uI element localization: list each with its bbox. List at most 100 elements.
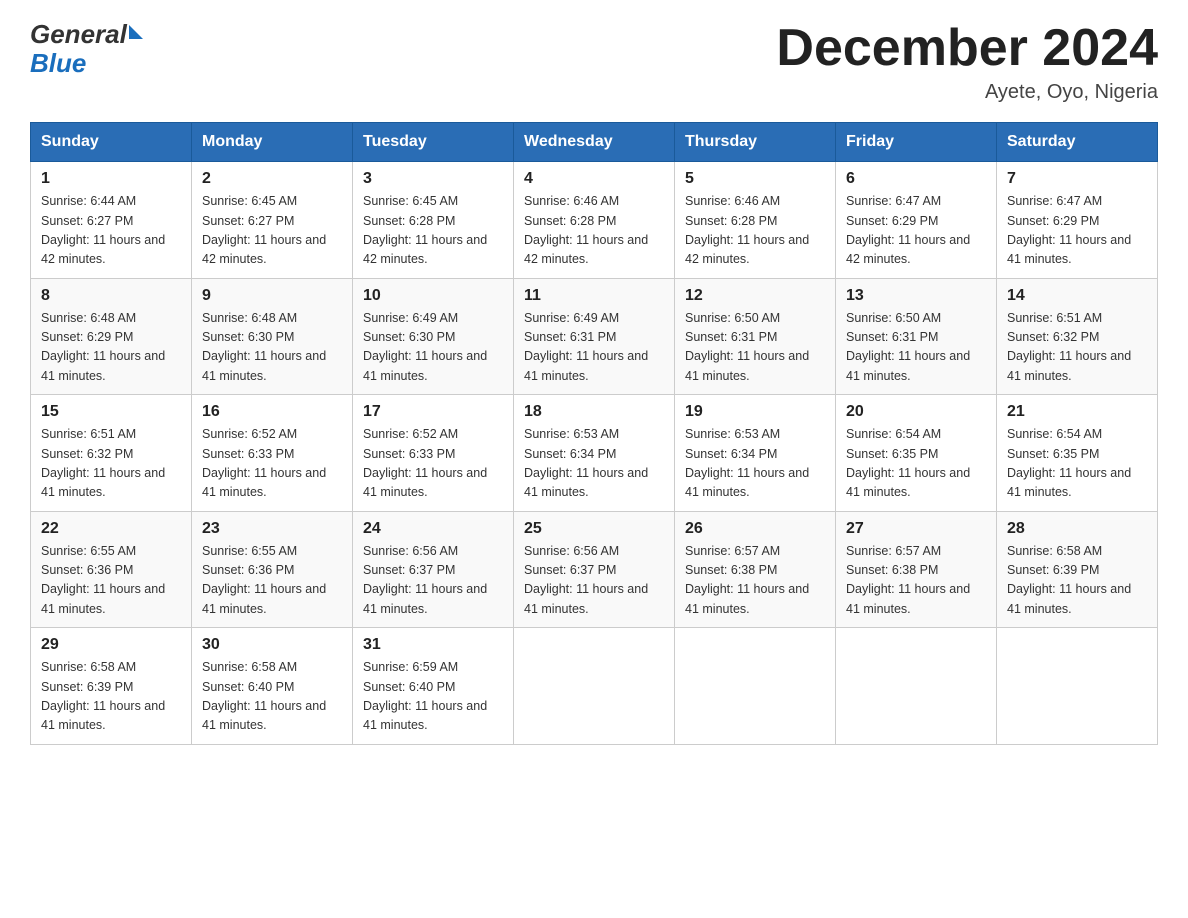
table-cell: 12 Sunrise: 6:50 AMSunset: 6:31 PMDaylig…: [675, 278, 836, 395]
table-cell: 15 Sunrise: 6:51 AMSunset: 6:32 PMDaylig…: [31, 395, 192, 512]
title-section: December 2024 Ayete, Oyo, Nigeria: [776, 20, 1158, 104]
day-info: Sunrise: 6:45 AMSunset: 6:28 PMDaylight:…: [363, 194, 487, 266]
table-cell: 25 Sunrise: 6:56 AMSunset: 6:37 PMDaylig…: [514, 511, 675, 628]
day-number: 1: [41, 170, 181, 188]
day-info: Sunrise: 6:49 AMSunset: 6:31 PMDaylight:…: [524, 311, 648, 383]
table-cell: 16 Sunrise: 6:52 AMSunset: 6:33 PMDaylig…: [192, 395, 353, 512]
day-number: 8: [41, 287, 181, 305]
day-number: 20: [846, 403, 986, 421]
day-info: Sunrise: 6:48 AMSunset: 6:29 PMDaylight:…: [41, 311, 165, 383]
day-number: 12: [685, 287, 825, 305]
day-info: Sunrise: 6:54 AMSunset: 6:35 PMDaylight:…: [1007, 427, 1131, 499]
col-tuesday: Tuesday: [353, 123, 514, 162]
table-cell: 21 Sunrise: 6:54 AMSunset: 6:35 PMDaylig…: [997, 395, 1158, 512]
col-monday: Monday: [192, 123, 353, 162]
calendar-week-3: 15 Sunrise: 6:51 AMSunset: 6:32 PMDaylig…: [31, 395, 1158, 512]
day-number: 14: [1007, 287, 1147, 305]
logo-blue-text: Blue: [30, 48, 86, 78]
day-info: Sunrise: 6:50 AMSunset: 6:31 PMDaylight:…: [685, 311, 809, 383]
day-number: 2: [202, 170, 342, 188]
day-info: Sunrise: 6:45 AMSunset: 6:27 PMDaylight:…: [202, 194, 326, 266]
day-info: Sunrise: 6:47 AMSunset: 6:29 PMDaylight:…: [846, 194, 970, 266]
table-cell: 26 Sunrise: 6:57 AMSunset: 6:38 PMDaylig…: [675, 511, 836, 628]
calendar-header-row: Sunday Monday Tuesday Wednesday Thursday…: [31, 123, 1158, 162]
day-info: Sunrise: 6:56 AMSunset: 6:37 PMDaylight:…: [524, 544, 648, 616]
calendar-table: Sunday Monday Tuesday Wednesday Thursday…: [30, 122, 1158, 745]
table-cell: 17 Sunrise: 6:52 AMSunset: 6:33 PMDaylig…: [353, 395, 514, 512]
col-friday: Friday: [836, 123, 997, 162]
day-info: Sunrise: 6:56 AMSunset: 6:37 PMDaylight:…: [363, 544, 487, 616]
day-info: Sunrise: 6:48 AMSunset: 6:30 PMDaylight:…: [202, 311, 326, 383]
day-number: 27: [846, 520, 986, 538]
day-info: Sunrise: 6:51 AMSunset: 6:32 PMDaylight:…: [1007, 311, 1131, 383]
day-number: 23: [202, 520, 342, 538]
day-number: 28: [1007, 520, 1147, 538]
day-info: Sunrise: 6:55 AMSunset: 6:36 PMDaylight:…: [41, 544, 165, 616]
table-cell: 20 Sunrise: 6:54 AMSunset: 6:35 PMDaylig…: [836, 395, 997, 512]
day-number: 9: [202, 287, 342, 305]
day-number: 7: [1007, 170, 1147, 188]
day-number: 11: [524, 287, 664, 305]
logo-general-text: General: [30, 20, 127, 49]
day-number: 13: [846, 287, 986, 305]
day-number: 3: [363, 170, 503, 188]
table-cell: 3 Sunrise: 6:45 AMSunset: 6:28 PMDayligh…: [353, 162, 514, 279]
day-info: Sunrise: 6:58 AMSunset: 6:40 PMDaylight:…: [202, 660, 326, 732]
day-info: Sunrise: 6:47 AMSunset: 6:29 PMDaylight:…: [1007, 194, 1131, 266]
table-cell: [836, 628, 997, 745]
col-saturday: Saturday: [997, 123, 1158, 162]
table-cell: 30 Sunrise: 6:58 AMSunset: 6:40 PMDaylig…: [192, 628, 353, 745]
day-number: 6: [846, 170, 986, 188]
table-cell: 8 Sunrise: 6:48 AMSunset: 6:29 PMDayligh…: [31, 278, 192, 395]
table-cell: 23 Sunrise: 6:55 AMSunset: 6:36 PMDaylig…: [192, 511, 353, 628]
table-cell: 27 Sunrise: 6:57 AMSunset: 6:38 PMDaylig…: [836, 511, 997, 628]
table-cell: [514, 628, 675, 745]
day-number: 22: [41, 520, 181, 538]
col-thursday: Thursday: [675, 123, 836, 162]
day-number: 31: [363, 636, 503, 654]
location-text: Ayete, Oyo, Nigeria: [776, 81, 1158, 104]
calendar-week-5: 29 Sunrise: 6:58 AMSunset: 6:39 PMDaylig…: [31, 628, 1158, 745]
day-number: 24: [363, 520, 503, 538]
day-info: Sunrise: 6:46 AMSunset: 6:28 PMDaylight:…: [524, 194, 648, 266]
day-info: Sunrise: 6:44 AMSunset: 6:27 PMDaylight:…: [41, 194, 165, 266]
table-cell: 9 Sunrise: 6:48 AMSunset: 6:30 PMDayligh…: [192, 278, 353, 395]
table-cell: [675, 628, 836, 745]
day-info: Sunrise: 6:46 AMSunset: 6:28 PMDaylight:…: [685, 194, 809, 266]
calendar-week-2: 8 Sunrise: 6:48 AMSunset: 6:29 PMDayligh…: [31, 278, 1158, 395]
table-cell: 1 Sunrise: 6:44 AMSunset: 6:27 PMDayligh…: [31, 162, 192, 279]
day-number: 21: [1007, 403, 1147, 421]
table-cell: 29 Sunrise: 6:58 AMSunset: 6:39 PMDaylig…: [31, 628, 192, 745]
day-info: Sunrise: 6:59 AMSunset: 6:40 PMDaylight:…: [363, 660, 487, 732]
day-info: Sunrise: 6:58 AMSunset: 6:39 PMDaylight:…: [41, 660, 165, 732]
table-cell: 28 Sunrise: 6:58 AMSunset: 6:39 PMDaylig…: [997, 511, 1158, 628]
table-cell: 14 Sunrise: 6:51 AMSunset: 6:32 PMDaylig…: [997, 278, 1158, 395]
day-info: Sunrise: 6:50 AMSunset: 6:31 PMDaylight:…: [846, 311, 970, 383]
col-sunday: Sunday: [31, 123, 192, 162]
day-info: Sunrise: 6:54 AMSunset: 6:35 PMDaylight:…: [846, 427, 970, 499]
day-number: 17: [363, 403, 503, 421]
table-cell: 31 Sunrise: 6:59 AMSunset: 6:40 PMDaylig…: [353, 628, 514, 745]
table-cell: 18 Sunrise: 6:53 AMSunset: 6:34 PMDaylig…: [514, 395, 675, 512]
logo-triangle-icon: [129, 25, 143, 39]
table-cell: 7 Sunrise: 6:47 AMSunset: 6:29 PMDayligh…: [997, 162, 1158, 279]
calendar-week-4: 22 Sunrise: 6:55 AMSunset: 6:36 PMDaylig…: [31, 511, 1158, 628]
table-cell: 4 Sunrise: 6:46 AMSunset: 6:28 PMDayligh…: [514, 162, 675, 279]
day-number: 19: [685, 403, 825, 421]
table-cell: [997, 628, 1158, 745]
day-info: Sunrise: 6:57 AMSunset: 6:38 PMDaylight:…: [685, 544, 809, 616]
day-number: 30: [202, 636, 342, 654]
day-number: 15: [41, 403, 181, 421]
day-number: 26: [685, 520, 825, 538]
month-title: December 2024: [776, 20, 1158, 77]
table-cell: 5 Sunrise: 6:46 AMSunset: 6:28 PMDayligh…: [675, 162, 836, 279]
col-wednesday: Wednesday: [514, 123, 675, 162]
day-info: Sunrise: 6:58 AMSunset: 6:39 PMDaylight:…: [1007, 544, 1131, 616]
day-info: Sunrise: 6:49 AMSunset: 6:30 PMDaylight:…: [363, 311, 487, 383]
table-cell: 19 Sunrise: 6:53 AMSunset: 6:34 PMDaylig…: [675, 395, 836, 512]
logo: General Blue: [30, 20, 143, 77]
table-cell: 10 Sunrise: 6:49 AMSunset: 6:30 PMDaylig…: [353, 278, 514, 395]
table-cell: 13 Sunrise: 6:50 AMSunset: 6:31 PMDaylig…: [836, 278, 997, 395]
table-cell: 22 Sunrise: 6:55 AMSunset: 6:36 PMDaylig…: [31, 511, 192, 628]
day-info: Sunrise: 6:55 AMSunset: 6:36 PMDaylight:…: [202, 544, 326, 616]
